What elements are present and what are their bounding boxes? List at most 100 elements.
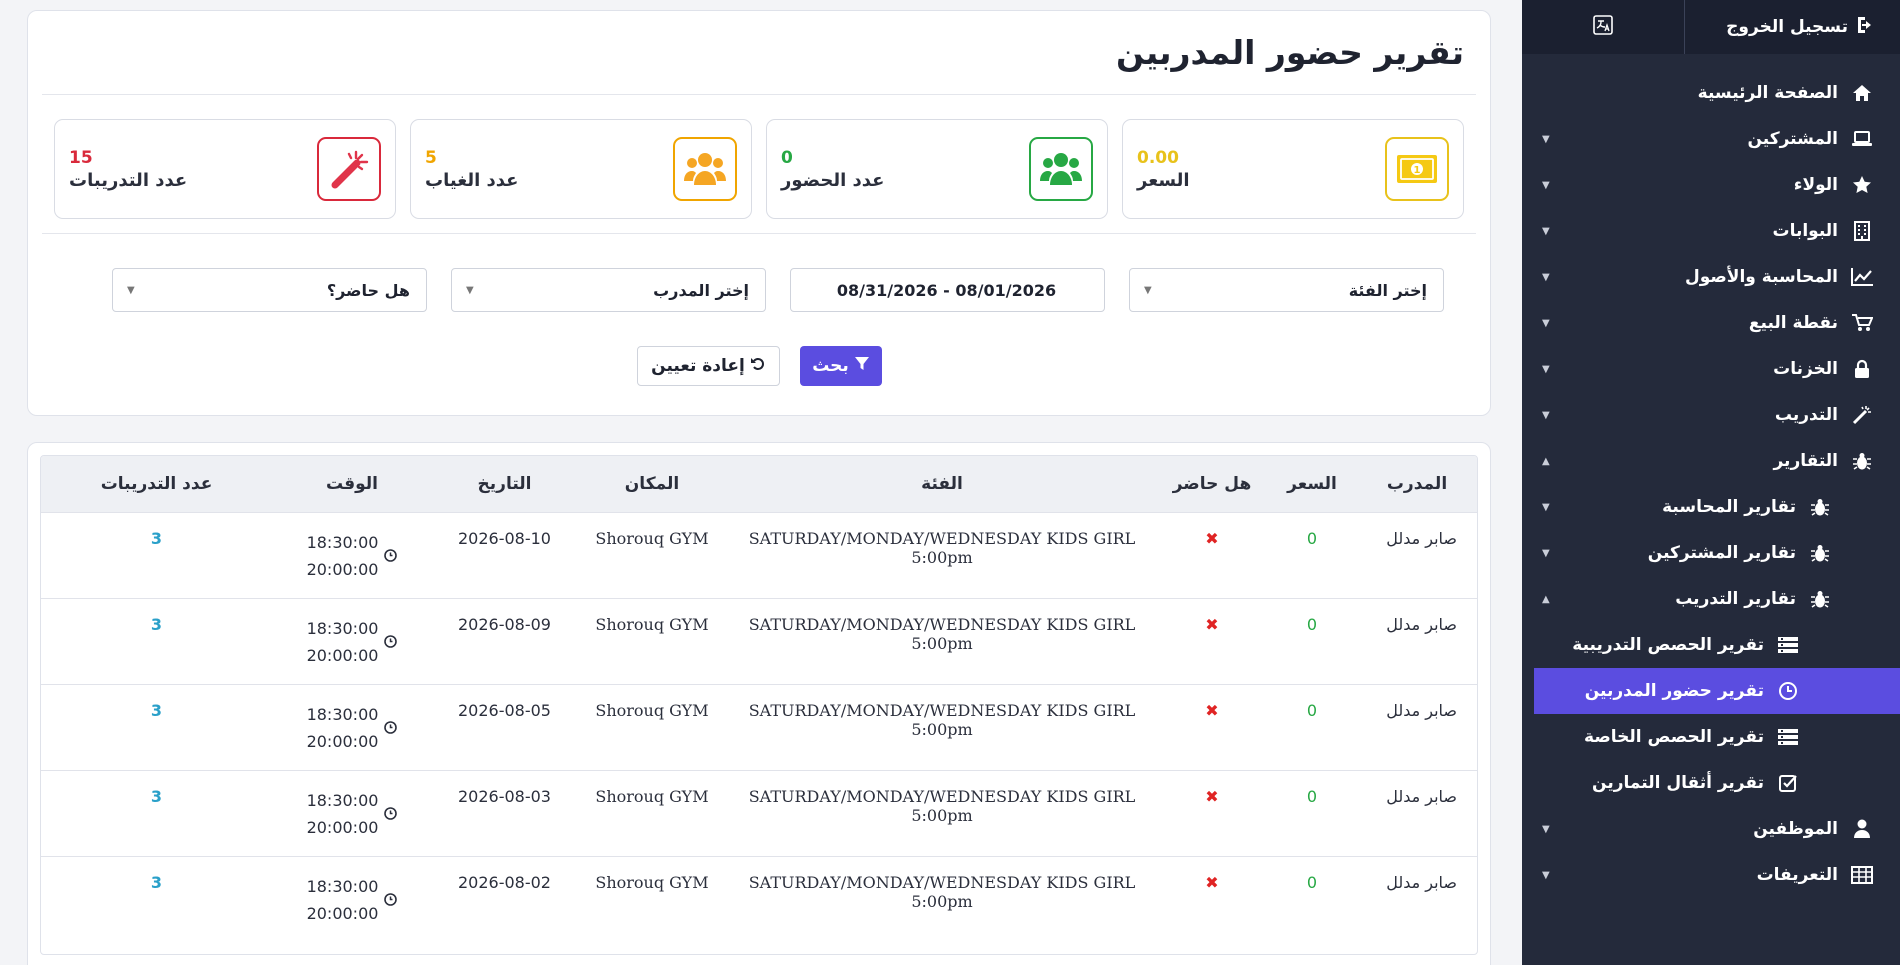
undo-icon xyxy=(750,356,765,376)
reset-button[interactable]: إعادة تعيين xyxy=(636,346,780,386)
sidebar-item-coach-attendance-report[interactable]: تقرير حضور المدربين xyxy=(1534,668,1900,714)
chevron-down-icon: ▼ xyxy=(1144,284,1152,296)
sign-out-icon xyxy=(1856,16,1876,39)
absent-x-icon: ✖ xyxy=(1205,614,1219,634)
stats-row: 1 0.00 السعر 0 عدد الحضور 5 عدد الغياب 1… xyxy=(42,95,1476,233)
stat-trainings-label: عدد التدريبات xyxy=(69,169,188,191)
sidebar-item-safes[interactable]: الخزنات ▼ xyxy=(1522,346,1900,392)
col-place[interactable]: المكان xyxy=(577,456,727,512)
sidebar-item-training-sessions-report[interactable]: تقرير الحصص التدريبية xyxy=(1522,622,1900,668)
main-content: تقرير حضور المدربين 1 0.00 السعر 0 عدد ا… xyxy=(27,10,1491,965)
bug-icon xyxy=(1806,589,1834,609)
wand-icon xyxy=(317,137,381,201)
sidebar-item-reports[interactable]: التقارير ▲ xyxy=(1522,438,1900,484)
chart-line-icon xyxy=(1848,267,1876,287)
sidebar-item-subscribers[interactable]: المشتركين ▼ xyxy=(1522,116,1900,162)
stat-trainings-value: 15 xyxy=(69,147,93,168)
logout-button[interactable]: تسجيل الخروج xyxy=(1684,0,1900,54)
star-icon xyxy=(1848,175,1876,195)
clock-icon xyxy=(384,801,398,828)
stat-price-label: السعر xyxy=(1137,169,1190,191)
table-row: صابر مدلل 0 ✖ SATURDAY/MONDAY/WEDNESDAY … xyxy=(41,598,1477,684)
filter-actions: بحث إعادة تعيين xyxy=(42,346,1476,386)
sidebar-item-loyalty[interactable]: الولاء ▼ xyxy=(1522,162,1900,208)
sidebar-item-exercise-weights-report[interactable]: تقرير أثقال التمارين xyxy=(1522,760,1900,806)
chevron-down-icon: ▼ xyxy=(127,284,135,296)
sidebar-menu: الصفحة الرئيسية المشتركين ▼ الولاء ▼ الب… xyxy=(1522,54,1900,898)
sidebar-item-home[interactable]: الصفحة الرئيسية xyxy=(1522,70,1900,116)
stat-trainings: 15 عدد التدريبات xyxy=(54,119,396,219)
logout-label: تسجيل الخروج xyxy=(1726,17,1848,37)
sidebar: تسجيل الخروج الصفحة الرئيسية المشتركين ▼… xyxy=(1522,0,1900,965)
sidebar-item-private-sessions-report[interactable]: تقرير الحصص الخاصة xyxy=(1522,714,1900,760)
search-button[interactable]: بحث xyxy=(799,346,882,386)
list-icon xyxy=(1774,728,1802,746)
stat-absence-value: 5 xyxy=(425,147,437,168)
language-toggle[interactable] xyxy=(1522,0,1684,54)
users-icon xyxy=(1029,137,1093,201)
laptop-icon xyxy=(1848,131,1876,147)
col-time[interactable]: الوقت xyxy=(272,456,432,512)
sidebar-item-accounting-reports[interactable]: تقارير المحاسبة ▼ xyxy=(1522,484,1900,530)
svg-text:1: 1 xyxy=(1414,165,1421,176)
cart-icon xyxy=(1848,313,1876,333)
wand-icon xyxy=(1848,404,1876,426)
stat-absence: 5 عدد الغياب xyxy=(410,119,752,219)
user-icon xyxy=(1848,819,1876,839)
stat-attendance-value: 0 xyxy=(781,147,793,168)
present-select[interactable]: هل حاضر؟ ▼ xyxy=(112,268,427,312)
list-icon xyxy=(1774,636,1802,654)
bug-icon xyxy=(1806,497,1834,517)
clock-icon xyxy=(384,629,398,656)
clock-icon xyxy=(384,543,398,570)
bug-icon xyxy=(1848,451,1876,471)
date-range-input[interactable]: 08/31/2026 - 08/01/2026 xyxy=(790,268,1105,312)
absent-x-icon: ✖ xyxy=(1205,786,1219,806)
col-price[interactable]: السعر xyxy=(1267,456,1357,512)
table-row: صابر مدلل 0 ✖ SATURDAY/MONDAY/WEDNESDAY … xyxy=(41,512,1477,598)
col-category[interactable]: الفئة xyxy=(727,456,1157,512)
sidebar-item-definitions[interactable]: التعريفات ▼ xyxy=(1522,852,1900,898)
table-icon xyxy=(1848,866,1876,884)
sidebar-item-employees[interactable]: الموظفين ▼ xyxy=(1522,806,1900,852)
table-row: صابر مدلل 0 ✖ SATURDAY/MONDAY/WEDNESDAY … xyxy=(41,856,1477,942)
coach-select[interactable]: إختر المدرب ▼ xyxy=(451,268,766,312)
table-row: صابر مدلل 0 ✖ SATURDAY/MONDAY/WEDNESDAY … xyxy=(41,770,1477,856)
sidebar-item-accounting[interactable]: المحاسبة والأصول ▼ xyxy=(1522,254,1900,300)
sidebar-item-pos[interactable]: نقطة البيع ▼ xyxy=(1522,300,1900,346)
absent-x-icon: ✖ xyxy=(1205,528,1219,548)
absent-x-icon: ✖ xyxy=(1205,700,1219,720)
stat-attendance: 0 عدد الحضور xyxy=(766,119,1108,219)
table-header-row: المدرب السعر هل حاضر الفئة المكان التاري… xyxy=(41,456,1477,512)
chevron-down-icon: ▼ xyxy=(466,284,474,296)
filters-row: إختر الفئة ▼ 08/31/2026 - 08/01/2026 إخت… xyxy=(42,234,1476,346)
category-select[interactable]: إختر الفئة ▼ xyxy=(1129,268,1444,312)
stat-attendance-label: عدد الحضور xyxy=(781,169,885,191)
page-title: تقرير حضور المدربين xyxy=(42,11,1476,95)
col-present[interactable]: هل حاضر xyxy=(1157,456,1267,512)
sidebar-item-subscriber-reports[interactable]: تقارير المشتركين ▼ xyxy=(1522,530,1900,576)
users-icon xyxy=(673,137,737,201)
lock-icon xyxy=(1848,359,1876,379)
stat-absence-label: عدد الغياب xyxy=(425,169,519,191)
clock-icon xyxy=(384,715,398,742)
home-icon xyxy=(1848,84,1876,102)
col-coach[interactable]: المدرب xyxy=(1357,456,1477,512)
clock-icon xyxy=(384,887,398,914)
sidebar-item-training-reports[interactable]: تقارير التدريب ▲ xyxy=(1522,576,1900,622)
building-icon xyxy=(1848,221,1876,241)
coach-attendance-table: المدرب السعر هل حاضر الفئة المكان التاري… xyxy=(41,456,1477,942)
bug-icon xyxy=(1806,543,1834,563)
col-trainings-count[interactable]: عدد التدريبات xyxy=(41,456,272,512)
col-date[interactable]: التاريخ xyxy=(432,456,577,512)
report-filter-card: تقرير حضور المدربين 1 0.00 السعر 0 عدد ا… xyxy=(27,10,1491,416)
sidebar-top-bar: تسجيل الخروج xyxy=(1522,0,1900,54)
sidebar-item-training[interactable]: التدريب ▼ xyxy=(1522,392,1900,438)
report-table-wrapper: المدرب السعر هل حاضر الفئة المكان التاري… xyxy=(40,455,1478,955)
money-icon: 1 xyxy=(1385,137,1449,201)
stat-price: 1 0.00 السعر xyxy=(1122,119,1464,219)
table-row: صابر مدلل 0 ✖ SATURDAY/MONDAY/WEDNESDAY … xyxy=(41,684,1477,770)
report-table-card: المدرب السعر هل حاضر الفئة المكان التاري… xyxy=(27,442,1491,965)
sidebar-item-gates[interactable]: البوابات ▼ xyxy=(1522,208,1900,254)
clock-icon xyxy=(1774,681,1802,701)
